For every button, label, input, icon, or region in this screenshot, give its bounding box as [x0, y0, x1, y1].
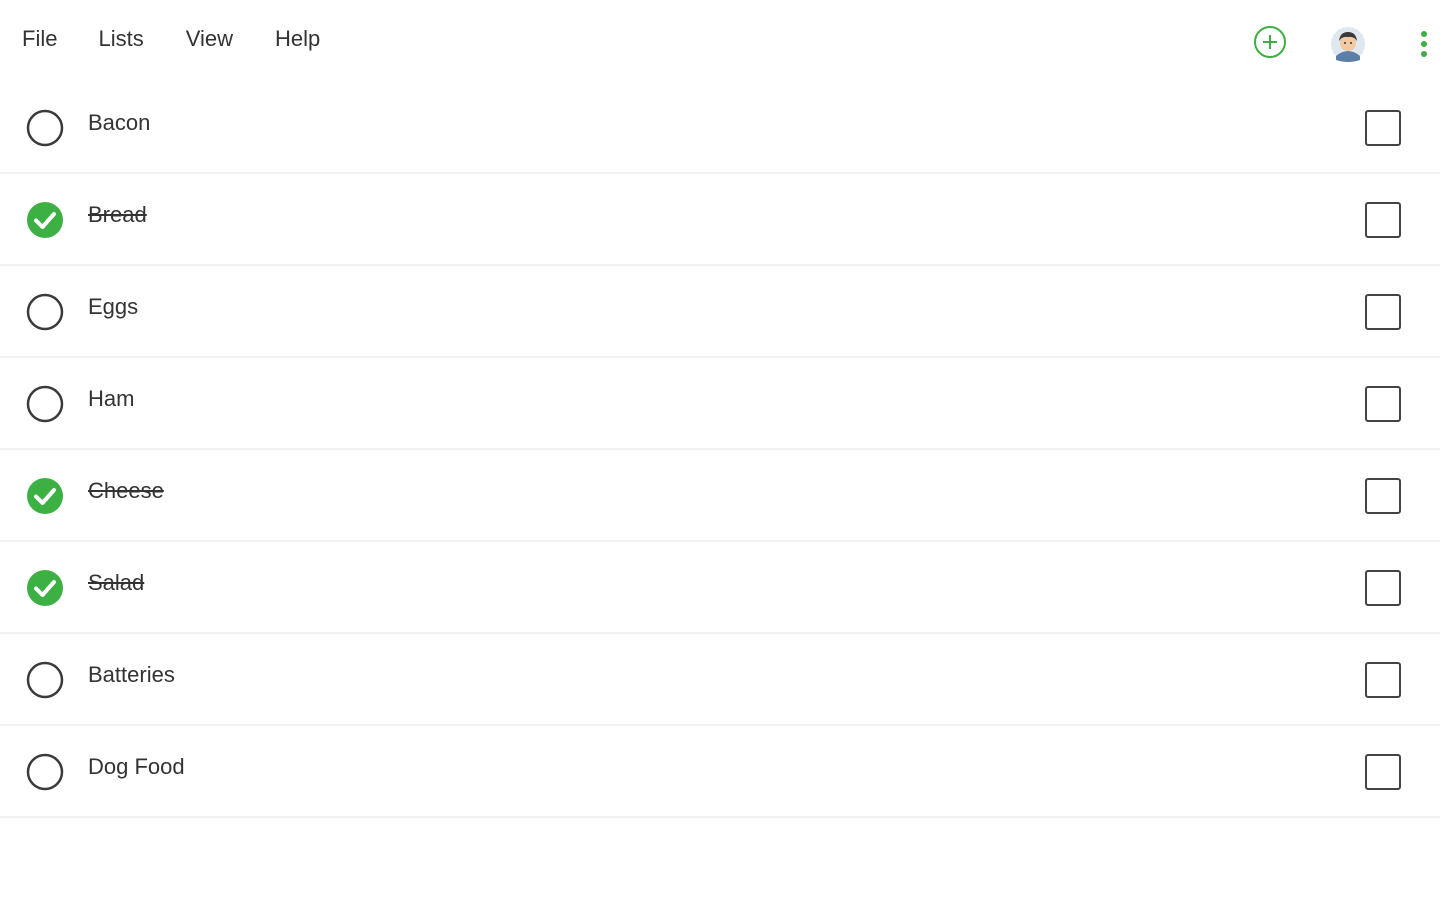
shopping-list: Bacon Bread Eggs Ham Cheese Salad Batteries Dog…: [0, 82, 1440, 818]
list-item-checkbox[interactable]: [1365, 570, 1401, 606]
list-item-label: Bacon: [88, 110, 151, 135]
add-circle-icon: [1254, 26, 1286, 58]
incomplete-status-icon[interactable]: [26, 385, 64, 423]
incomplete-status-icon[interactable]: [26, 109, 64, 147]
completed-status-icon[interactable]: [26, 477, 64, 515]
list-item-checkbox[interactable]: [1365, 478, 1401, 514]
list-item-label: Salad: [88, 570, 145, 595]
incomplete-status-icon[interactable]: [26, 753, 64, 791]
list-item[interactable]: Batteries: [0, 634, 1440, 726]
list-item-label: Batteries: [88, 662, 175, 687]
list-item-checkbox[interactable]: [1365, 202, 1401, 238]
list-item-label: Bread: [88, 202, 147, 227]
list-item[interactable]: Cheese: [0, 450, 1440, 542]
list-item[interactable]: Bread: [0, 174, 1440, 266]
menu-help[interactable]: Help: [275, 28, 320, 50]
list-item-checkbox[interactable]: [1365, 754, 1401, 790]
list-item-label: Eggs: [88, 294, 139, 319]
menu-file[interactable]: File: [22, 28, 57, 50]
list-item[interactable]: Bacon: [0, 82, 1440, 174]
list-item[interactable]: Ham: [0, 358, 1440, 450]
menu-bar: File Lists View Help: [0, 0, 320, 78]
completed-status-icon[interactable]: [26, 569, 64, 607]
menu-lists[interactable]: Lists: [98, 28, 143, 50]
list-item[interactable]: Salad: [0, 542, 1440, 634]
list-item[interactable]: Dog Food: [0, 726, 1440, 818]
list-item-checkbox[interactable]: [1365, 110, 1401, 146]
user-avatar-icon: [1331, 27, 1365, 62]
list-item-label: Cheese: [88, 478, 164, 503]
completed-status-icon[interactable]: [26, 201, 64, 239]
list-item-label: Ham: [88, 386, 135, 411]
list-item-label: Dog Food: [88, 754, 185, 779]
list-item[interactable]: Eggs: [0, 266, 1440, 358]
add-item-button[interactable]: [1252, 24, 1288, 60]
more-options-button[interactable]: [1410, 26, 1438, 62]
list-item-checkbox[interactable]: [1365, 386, 1401, 422]
header-actions: [1180, 0, 1440, 84]
incomplete-status-icon[interactable]: [26, 661, 64, 699]
incomplete-status-icon[interactable]: [26, 293, 64, 331]
user-avatar-button[interactable]: [1330, 26, 1366, 62]
menu-view[interactable]: View: [186, 28, 233, 50]
app-header: File Lists View Help: [0, 0, 1440, 82]
more-vertical-icon: [1421, 31, 1427, 57]
list-item-checkbox[interactable]: [1365, 294, 1401, 330]
list-item-checkbox[interactable]: [1365, 662, 1401, 698]
